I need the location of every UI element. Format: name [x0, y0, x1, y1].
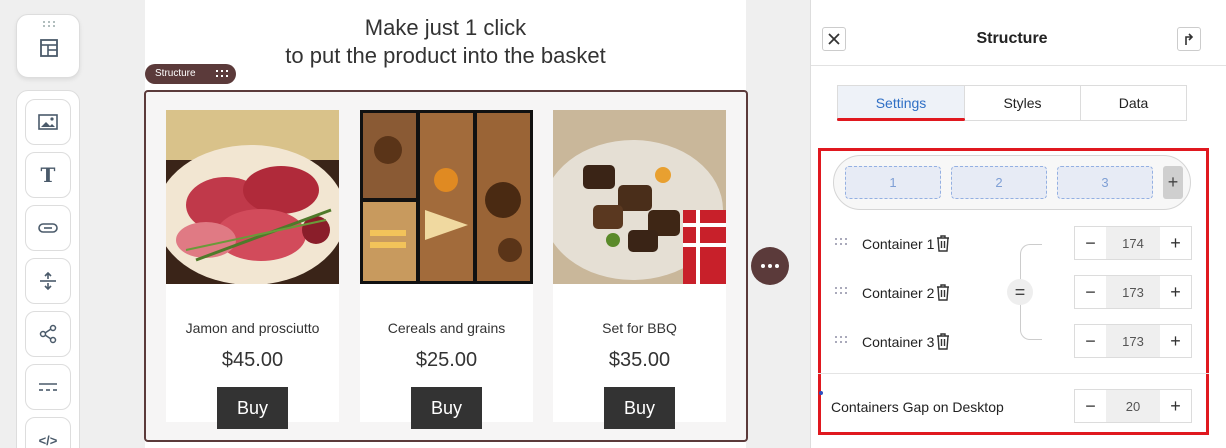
tab-settings[interactable]: Settings [838, 86, 965, 120]
trash-icon[interactable] [935, 283, 951, 301]
headline-line-2: to put the product into the basket [285, 43, 606, 68]
product-image[interactable] [553, 110, 726, 284]
container-label: Container 1 [862, 236, 935, 252]
social-block-button[interactable] [25, 311, 71, 357]
more-icon [761, 264, 765, 268]
column-button-2[interactable]: 2 [951, 166, 1047, 199]
structure-block[interactable]: Jamon and prosciutto $45.00 Buy Cereals … [144, 90, 748, 442]
panel-tabs: Settings Styles Data [837, 85, 1187, 121]
drag-handle-icon[interactable] [835, 238, 849, 246]
structure-toolbar-card[interactable] [16, 14, 80, 78]
more-options-button[interactable] [751, 247, 789, 285]
container-label: Container 2 [862, 285, 935, 301]
decrement-button[interactable]: − [1075, 227, 1106, 259]
container-row: Container 3 − 173 + [833, 324, 1193, 358]
product-card[interactable]: Cereals and grains $25.00 Buy [360, 110, 533, 429]
headline[interactable]: Make just 1 click to put the product int… [145, 14, 746, 70]
tab-styles[interactable]: Styles [965, 86, 1081, 120]
product-name: Jamon and prosciutto [185, 320, 320, 336]
image-block-icon [38, 114, 58, 130]
spacer-block-button[interactable] [25, 258, 71, 304]
settings-panel: Structure Settings Styles Data 1 2 3 + =… [810, 0, 1226, 448]
product-card[interactable]: Jamon and prosciutto $45.00 Buy [166, 110, 339, 429]
product-price: $45.00 [221, 349, 284, 371]
product-image[interactable] [360, 110, 533, 284]
text-block-button[interactable]: T [25, 152, 71, 198]
width-stepper: − 173 + [1074, 275, 1192, 309]
add-column-button[interactable]: + [1163, 166, 1183, 199]
button-block-icon [38, 223, 58, 233]
product-name: Cereals and grains [387, 320, 506, 336]
gap-row: − 20 + [833, 389, 1193, 423]
drag-handle-icon[interactable] [835, 287, 849, 295]
trash-icon[interactable] [935, 234, 951, 252]
blocks-toolbar: T </> [16, 90, 80, 448]
structure-tag-label: Structure [155, 68, 196, 79]
column-button-3[interactable]: 3 [1057, 166, 1153, 199]
html-code-icon: </> [38, 432, 58, 448]
width-stepper: − 174 + [1074, 226, 1192, 260]
decrement-button[interactable]: − [1075, 276, 1106, 308]
section-divider [818, 373, 1209, 374]
structure-tag[interactable]: Structure [145, 64, 236, 84]
divider-icon [39, 383, 57, 391]
spacer-icon [40, 271, 56, 291]
column-button-1[interactable]: 1 [845, 166, 941, 199]
trash-icon[interactable] [935, 332, 951, 350]
increment-button[interactable]: + [1160, 390, 1191, 422]
buy-button[interactable]: Buy [604, 387, 675, 429]
active-tab-underline [837, 118, 965, 121]
social-icon [39, 324, 57, 344]
divider-block-button[interactable] [25, 364, 71, 410]
drag-handle-icon[interactable] [216, 70, 228, 78]
html-block-button[interactable]: </> [25, 417, 71, 448]
buy-button[interactable]: Buy [411, 387, 482, 429]
panel-title: Structure [976, 30, 1048, 47]
headline-line-1: Make just 1 click [364, 15, 527, 40]
product-card[interactable]: Set for BBQ $35.00 Buy [553, 110, 726, 429]
increment-button[interactable]: + [1160, 276, 1191, 308]
section-marker [819, 391, 823, 395]
image-block-button[interactable] [25, 99, 71, 145]
gap-value[interactable]: 20 [1106, 390, 1160, 422]
text-block-icon: T [40, 163, 56, 187]
return-button[interactable] [1177, 27, 1201, 51]
panel-header: Structure [811, 0, 1226, 66]
container-row: Container 1 − 174 + [833, 226, 1193, 260]
width-value[interactable]: 173 [1106, 276, 1160, 308]
increment-button[interactable]: + [1160, 227, 1191, 259]
product-name: Set for BBQ [602, 320, 677, 336]
container-row: Container 2 − 173 + [833, 275, 1193, 309]
button-block-button[interactable] [25, 205, 71, 251]
increment-button[interactable]: + [1160, 325, 1191, 357]
product-price: $35.00 [608, 349, 671, 371]
decrement-button[interactable]: − [1075, 325, 1106, 357]
width-value[interactable]: 174 [1106, 227, 1160, 259]
product-image[interactable] [166, 110, 339, 284]
container-label: Container 3 [862, 334, 935, 350]
width-value[interactable]: 173 [1106, 325, 1160, 357]
tab-data[interactable]: Data [1081, 86, 1186, 120]
drag-handle-icon[interactable] [835, 336, 849, 344]
grip-icon[interactable] [43, 21, 55, 27]
product-price: $25.00 [415, 349, 478, 371]
width-stepper: − 173 + [1074, 324, 1192, 358]
structure-icon [40, 39, 58, 57]
buy-button[interactable]: Buy [217, 387, 288, 429]
decrement-button[interactable]: − [1075, 390, 1106, 422]
column-layout-chooser: 1 2 3 + [833, 155, 1191, 210]
gap-stepper: − 20 + [1074, 389, 1192, 423]
return-icon [1185, 33, 1194, 45]
